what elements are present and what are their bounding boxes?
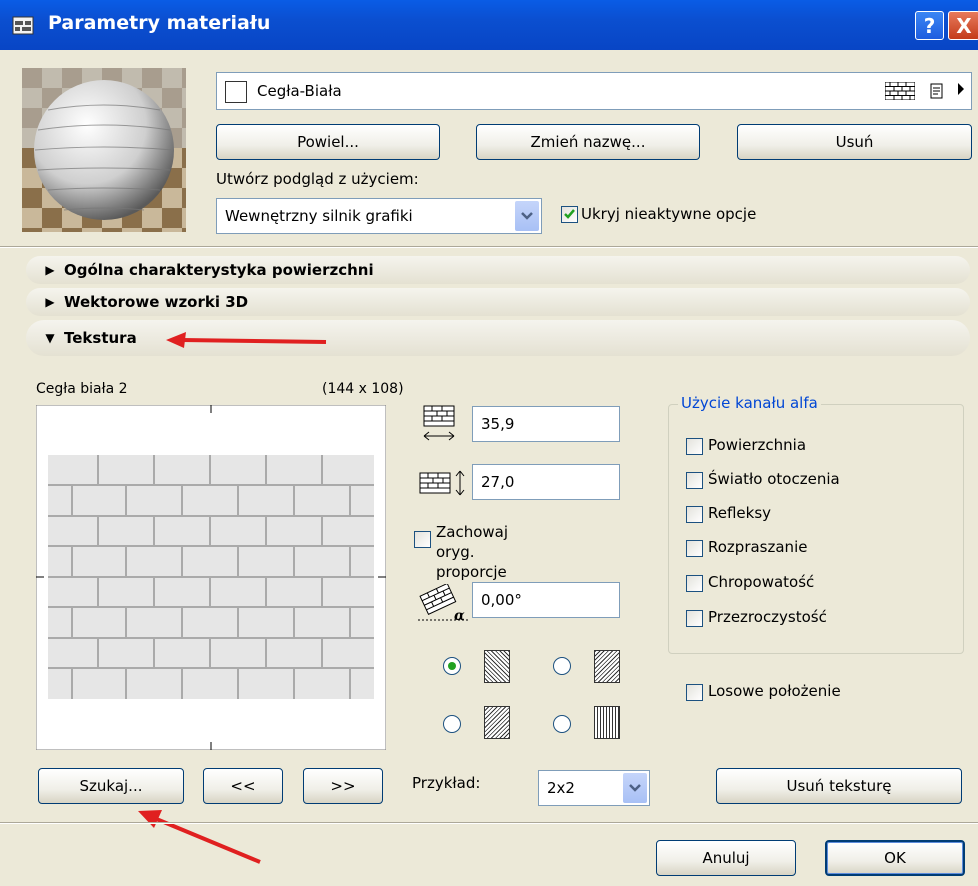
- random-position-label: Losowe położenie: [708, 682, 841, 700]
- mirror-option-radio-4[interactable]: [553, 715, 571, 733]
- texture-name: Cegła biała 2: [36, 381, 128, 397]
- ok-button[interactable]: OK: [825, 840, 965, 876]
- material-preview-image: [22, 68, 186, 232]
- hide-inactive-checkbox[interactable]: [561, 206, 578, 223]
- expand-triangle-icon: ▶: [45, 263, 55, 277]
- section-label: Ogólna charakterystyka powierzchni: [64, 261, 374, 279]
- brick-pattern-icon[interactable]: [885, 82, 915, 100]
- search-texture-button[interactable]: Szukaj...: [38, 768, 184, 804]
- mirror-none-icon[interactable]: [484, 650, 510, 683]
- dropdown-chevron-icon[interactable]: [623, 773, 647, 803]
- app-icon: [12, 16, 34, 35]
- texture-height-icon: [419, 470, 465, 496]
- alpha-surface-checkbox[interactable]: [686, 438, 703, 455]
- section-general-surface[interactable]: ▶ Ogólna charakterystyka powierzchni: [26, 256, 970, 284]
- texture-width-icon: [423, 405, 455, 441]
- expand-triangle-icon: ▶: [45, 295, 55, 309]
- alpha-ambient-label: Światło otoczenia: [708, 470, 840, 488]
- divider: [0, 822, 978, 824]
- alpha-diffuse-checkbox[interactable]: [686, 540, 703, 557]
- texture-preview-image[interactable]: [36, 405, 386, 750]
- alpha-transparency-label: Przezroczystość: [708, 608, 827, 626]
- hide-inactive-label: Ukryj nieaktywne opcje: [581, 205, 757, 223]
- preview-with-label: Utwórz podgląd z użyciem:: [216, 170, 419, 188]
- alpha-surface-label: Powierzchnia: [708, 436, 807, 454]
- close-button[interactable]: X: [948, 11, 978, 40]
- keep-proportions-label: Zachowaj oryg. proporcje: [436, 523, 509, 581]
- checkmark-icon: [564, 209, 575, 219]
- annotation-arrow-icon: [138, 810, 261, 864]
- random-position-checkbox[interactable]: [686, 684, 703, 701]
- alpha-diffuse-label: Rozpraszanie: [708, 538, 808, 556]
- mirror-horizontal-icon[interactable]: [594, 650, 620, 683]
- document-icon[interactable]: [930, 82, 944, 100]
- example-label: Przykład:: [412, 774, 481, 792]
- render-engine-select[interactable]: Wewnętrzny silnik grafiki: [216, 198, 542, 234]
- material-name-text: Cegła-Biała: [257, 82, 342, 100]
- keep-proportions-checkbox[interactable]: [414, 531, 431, 548]
- mirror-option-radio-3[interactable]: [443, 715, 461, 733]
- mirror-both-icon[interactable]: [594, 706, 620, 739]
- svg-text:α: α: [454, 608, 465, 624]
- texture-angle-input[interactable]: 0,00°: [472, 582, 620, 618]
- section-vector-patterns[interactable]: ▶ Wektorowe wzorki 3D: [26, 288, 970, 316]
- remove-texture-button[interactable]: Usuń teksturę: [716, 768, 962, 804]
- texture-width-input[interactable]: 35,9: [472, 406, 620, 442]
- example-value: 2x2: [547, 779, 575, 797]
- alpha-bump-label: Chropowatość: [708, 573, 815, 591]
- help-button[interactable]: ?: [915, 11, 944, 40]
- alpha-reflections-checkbox[interactable]: [686, 506, 703, 523]
- rename-button[interactable]: Zmień nazwę...: [476, 124, 700, 160]
- alpha-reflections-label: Refleksy: [708, 504, 772, 522]
- texture-angle-icon: α: [418, 584, 468, 624]
- cancel-button[interactable]: Anuluj: [656, 840, 796, 876]
- alpha-transparency-checkbox[interactable]: [686, 610, 703, 627]
- next-texture-button[interactable]: >>: [303, 768, 383, 804]
- divider: [0, 246, 978, 248]
- dropdown-chevron-icon[interactable]: [515, 201, 539, 231]
- annotation-arrow-icon: [166, 332, 327, 348]
- delete-button[interactable]: Usuń: [737, 124, 972, 160]
- example-select[interactable]: 2x2: [538, 770, 650, 806]
- window-title: Parametry materiału: [48, 12, 271, 34]
- previous-texture-button[interactable]: <<: [203, 768, 283, 804]
- alpha-channel-group-label: Użycie kanału alfa: [678, 394, 821, 412]
- material-color-swatch[interactable]: [225, 81, 247, 103]
- section-label: Wektorowe wzorki 3D: [64, 293, 249, 311]
- mirror-option-radio-2[interactable]: [553, 657, 571, 675]
- collapse-triangle-icon: ▼: [45, 331, 55, 345]
- mirror-vertical-icon[interactable]: [484, 706, 510, 739]
- alpha-bump-checkbox[interactable]: [686, 575, 703, 592]
- alpha-ambient-checkbox[interactable]: [686, 472, 703, 489]
- render-engine-value: Wewnętrzny silnik grafiki: [225, 207, 413, 225]
- menu-arrow-icon[interactable]: [957, 82, 965, 96]
- duplicate-button[interactable]: Powiel...: [216, 124, 440, 160]
- section-label: Tekstura: [64, 329, 137, 347]
- texture-height-input[interactable]: 27,0: [472, 464, 620, 500]
- mirror-option-radio-1[interactable]: [443, 657, 461, 675]
- material-name-field[interactable]: Cegła-Biała: [216, 72, 972, 110]
- texture-size: (144 x 108): [322, 381, 404, 397]
- radio-selected-dot: [448, 662, 456, 670]
